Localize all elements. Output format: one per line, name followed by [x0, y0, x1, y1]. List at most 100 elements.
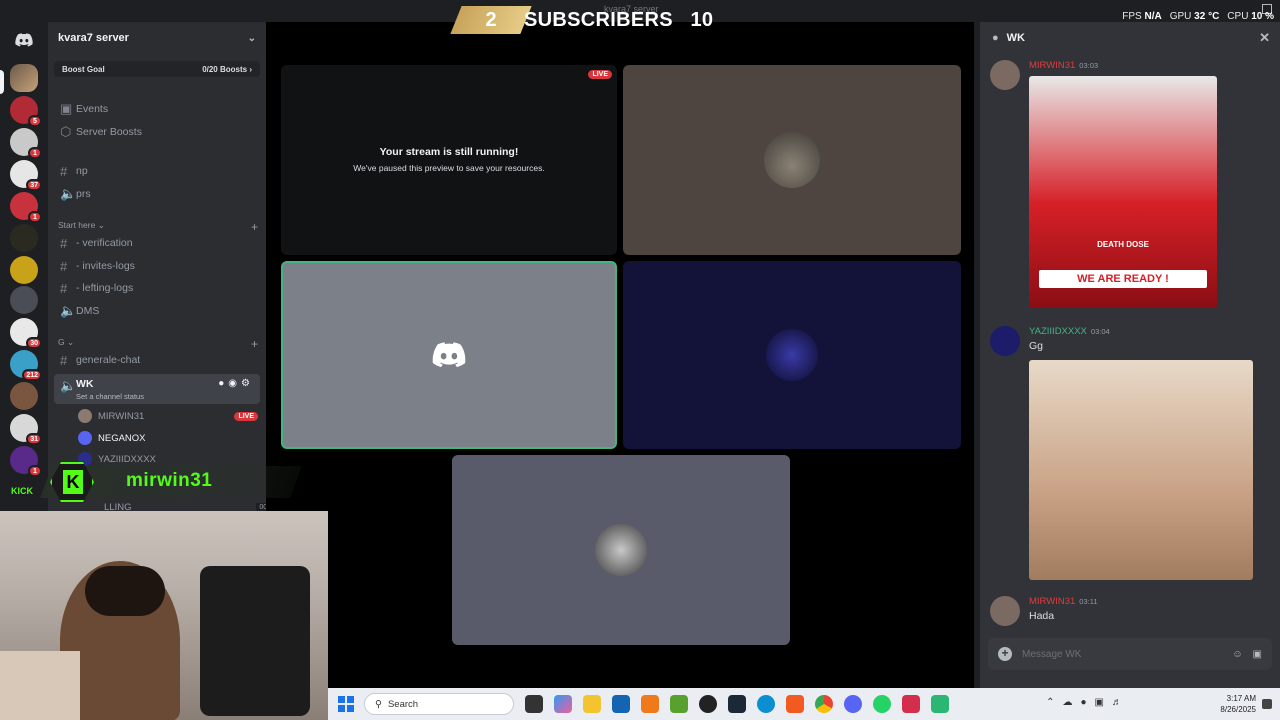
server-icon-9[interactable]: 30: [10, 318, 42, 349]
avatar: [595, 524, 647, 576]
avatar[interactable]: [990, 326, 1020, 356]
user-tile-3[interactable]: [452, 455, 790, 645]
chevron-right-icon: ›: [249, 64, 252, 74]
chat-message-1: MIRWIN31 03:03 DEATH DOSE WE ARE READY !: [988, 60, 1273, 310]
windows-start-icon[interactable]: [338, 696, 354, 712]
people-icon[interactable]: ◉: [228, 378, 241, 389]
server-icon-5[interactable]: 1: [10, 192, 42, 223]
channel-lefting-logs[interactable]: # - lefting-logs: [54, 278, 260, 298]
discord-logo-icon: [15, 33, 33, 47]
server-header[interactable]: kvara7 server ⌄: [48, 22, 266, 54]
server-icon-kvara7[interactable]: [10, 64, 38, 92]
message-author[interactable]: YAZIIIDXXXX: [1029, 326, 1087, 337]
taskbar-search[interactable]: ⚲ Search: [364, 693, 514, 715]
chevron-down-icon: ⌄: [97, 220, 105, 230]
gear-icon[interactable]: ⚙: [241, 378, 254, 389]
network-icon: ▣: [1094, 697, 1112, 708]
chat-bubble-icon[interactable]: ●: [218, 378, 228, 389]
boost-icon: ⬡: [60, 124, 72, 139]
channel-verification[interactable]: # - verification: [54, 233, 260, 253]
obs-icon[interactable]: [699, 695, 717, 713]
channel-dms[interactable]: 🔈 DMS: [54, 301, 260, 321]
server-icon-3[interactable]: 1: [10, 128, 42, 159]
chevron-down-icon: ⌄: [247, 32, 256, 44]
file-explorer-icon[interactable]: [583, 695, 601, 713]
close-icon[interactable]: ✕: [1259, 30, 1270, 46]
task-view-icon[interactable]: [525, 695, 543, 713]
chat-image-poster[interactable]: DEATH DOSE WE ARE READY !: [1029, 76, 1217, 308]
calendar-icon: ▣: [60, 101, 73, 116]
server-rail: 5 1 37 1 30 212 31 1: [0, 22, 48, 512]
user-tile-1[interactable]: [623, 65, 961, 255]
streamer-name: mirwin31: [126, 470, 213, 491]
emoji-icon[interactable]: ☺: [1232, 649, 1242, 660]
server-icon-12[interactable]: 31: [10, 414, 42, 445]
brave-icon[interactable]: [786, 695, 804, 713]
subscriber-text: SUBSCRIBERS 10: [524, 9, 714, 31]
app-icon-red[interactable]: [902, 695, 920, 713]
notification-icon[interactable]: [1262, 699, 1272, 709]
boost-goal-label: Boost Goal: [62, 64, 105, 74]
add-attachment-icon[interactable]: +: [998, 647, 1012, 661]
events-item[interactable]: ▣ Events: [54, 99, 260, 119]
discord-home-button[interactable]: [8, 24, 40, 56]
server-icon-7[interactable]: [10, 256, 38, 284]
user-tile-yaziiidxxxx[interactable]: [623, 261, 961, 449]
microphone-icon: ●: [1080, 697, 1095, 708]
server-selected-pill: [0, 70, 4, 94]
edge-icon[interactable]: [757, 695, 775, 713]
store-icon[interactable]: [612, 695, 630, 713]
nvidia-icon[interactable]: [670, 695, 688, 713]
channel-invites-logs[interactable]: # - invites-logs: [54, 256, 260, 276]
message-input[interactable]: + Message WK ☺ ▣: [988, 638, 1272, 670]
server-icon-2[interactable]: 5: [10, 96, 42, 127]
stream-tile-mirwin31[interactable]: LIVE Your stream is still running! We've…: [281, 65, 617, 255]
avatar[interactable]: [990, 596, 1020, 626]
speaker-icon: 🔈: [60, 303, 77, 318]
server-name: kvara7 server: [58, 32, 129, 44]
streamer-name-tag: K mirwin31 KICK: [0, 456, 302, 510]
channel-generale-chat[interactable]: # generale-chat: [54, 350, 260, 370]
server-icon-4[interactable]: 37: [10, 160, 42, 191]
system-tray[interactable]: ⌃☁●▣♬: [1046, 697, 1130, 708]
app-icon-green[interactable]: [931, 695, 949, 713]
steam-icon[interactable]: [728, 695, 746, 713]
gamepad-icon[interactable]: ▣: [1253, 649, 1262, 660]
whatsapp-icon[interactable]: [873, 695, 891, 713]
user-tile-neganox[interactable]: [281, 261, 617, 449]
chevron-up-icon: ⌃: [1046, 697, 1063, 708]
copilot-icon[interactable]: [554, 695, 572, 713]
app-icon[interactable]: [641, 695, 659, 713]
hash-icon: #: [60, 235, 68, 251]
message-author[interactable]: MIRWIN31: [1029, 596, 1075, 607]
message-author[interactable]: MIRWIN31: [1029, 60, 1075, 71]
chat-image-photo[interactable]: [1029, 360, 1253, 580]
boost-goal-bar[interactable]: Boost Goal 0/20 Boosts ›: [54, 61, 260, 77]
discord-icon[interactable]: [844, 695, 862, 713]
avatar[interactable]: [990, 60, 1020, 90]
add-channel-icon[interactable]: +: [251, 337, 258, 351]
server-icon-10[interactable]: 212: [10, 350, 42, 381]
chevron-down-icon: ⌄: [67, 337, 75, 347]
headphones: [85, 566, 165, 616]
hash-icon: #: [60, 163, 68, 179]
server-boosts-item[interactable]: ⬡ Server Boosts: [54, 122, 260, 142]
server-icon-6[interactable]: [10, 224, 38, 252]
chrome-icon[interactable]: [815, 695, 833, 713]
channel-prs[interactable]: 🔈 prs: [54, 184, 260, 204]
cloud-icon: ☁: [1062, 697, 1081, 708]
voice-channel-wk[interactable]: 🔈 WK Set a channel status ●◉⚙: [54, 374, 260, 404]
live-badge: LIVE: [234, 411, 258, 421]
voice-stage: LIVE Your stream is still running! We've…: [266, 22, 974, 688]
voice-user-mirwin31[interactable]: MIRWIN31 LIVE: [78, 406, 258, 426]
avatar: [78, 431, 92, 445]
category-start-here[interactable]: Start here ⌄ +: [58, 220, 258, 234]
category-g[interactable]: G ⌄ +: [58, 337, 258, 351]
add-channel-icon[interactable]: +: [251, 220, 258, 234]
server-icon-11[interactable]: [10, 382, 38, 410]
voice-user-neganox[interactable]: NEGANOX: [78, 428, 258, 448]
channel-status[interactable]: Set a channel status: [76, 392, 144, 401]
taskbar-clock[interactable]: 3:17 AM 8/26/2025: [1220, 693, 1256, 715]
channel-np[interactable]: # np: [54, 161, 260, 181]
server-icon-8[interactable]: [10, 286, 38, 314]
